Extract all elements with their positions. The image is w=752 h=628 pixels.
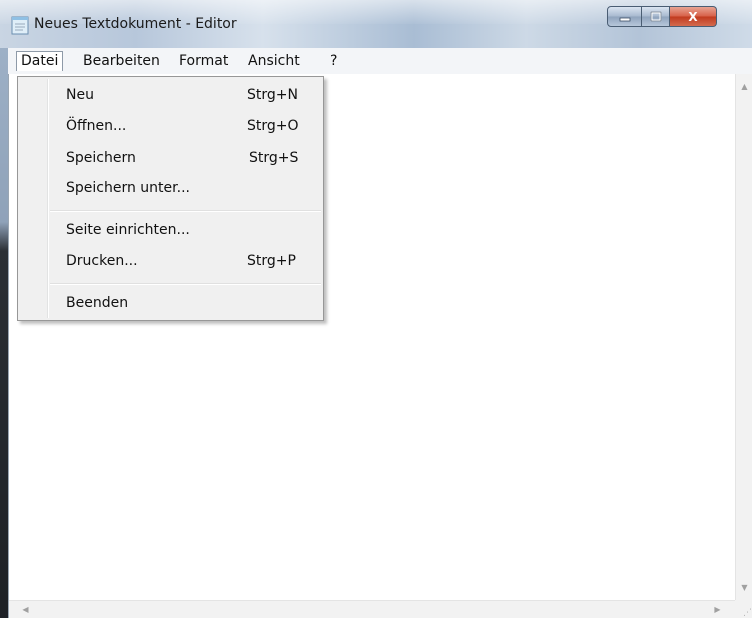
menu-bearbeiten[interactable]: Bearbeiten (80, 51, 163, 71)
menu-item-label: Speichern unter... (66, 180, 190, 196)
close-button[interactable]: X (670, 6, 717, 27)
notepad-icon (11, 16, 29, 35)
maximize-button[interactable] (642, 6, 670, 27)
menu-item-label: Neu (66, 87, 94, 103)
window-frame-bottom (0, 618, 752, 628)
menu-item-label: Beenden (66, 295, 129, 311)
menu-item-shortcut: Strg+N (247, 87, 298, 103)
menu-separator (50, 283, 321, 285)
menu-item-speichern-unter[interactable]: Speichern unter... (20, 177, 321, 201)
menu-item-drucken[interactable]: Drucken... Strg+P (20, 250, 321, 274)
vertical-scrollbar[interactable]: ▲ ▼ (735, 74, 752, 600)
menu-item-label: Drucken... (66, 253, 138, 269)
window-frame-left (0, 48, 8, 628)
menu-item-label: Seite einrichten... (66, 222, 190, 238)
scroll-down-icon[interactable]: ▼ (736, 579, 752, 596)
minimize-icon (619, 17, 630, 21)
minimize-button[interactable] (607, 6, 642, 27)
scroll-left-icon[interactable]: ◀ (17, 601, 34, 618)
menu-item-shortcut: Strg+S (249, 150, 299, 166)
notepad-window: Neues Textdokument - Editor X Datei Bear… (0, 0, 752, 628)
maximize-icon (650, 11, 661, 22)
resize-grip-icon[interactable]: ⋰ (735, 600, 752, 618)
menu-item-oeffnen[interactable]: Öffnen... Strg+O (20, 115, 321, 139)
window-title: Neues Textdokument - Editor (34, 16, 237, 32)
menu-item-seite-einrichten[interactable]: Seite einrichten... (20, 219, 321, 243)
menu-item-speichern[interactable]: Speichern Strg+S (20, 147, 321, 171)
menu-bar: Datei Bearbeiten Format Ansicht ? (8, 48, 752, 75)
close-icon: X (688, 9, 698, 24)
menu-item-shortcut: Strg+P (247, 253, 296, 269)
menu-format[interactable]: Format (176, 51, 231, 71)
scroll-right-icon[interactable]: ▶ (709, 601, 726, 618)
title-bar[interactable]: Neues Textdokument - Editor X (0, 0, 752, 49)
menu-ansicht[interactable]: Ansicht (245, 51, 303, 71)
menu-item-label: Speichern (66, 150, 136, 166)
menu-item-label: Öffnen... (66, 118, 127, 134)
menu-item-neu[interactable]: Neu Strg+N (20, 84, 321, 108)
menu-datei[interactable]: Datei (16, 51, 64, 71)
horizontal-scrollbar[interactable]: ◀ ▶ (9, 600, 735, 618)
menu-help[interactable]: ? (327, 51, 340, 71)
menu-item-beenden[interactable]: Beenden (20, 292, 321, 316)
menu-separator (50, 210, 321, 212)
scroll-up-icon[interactable]: ▲ (736, 78, 752, 95)
file-menu-dropdown: Neu Strg+N Öffnen... Strg+O Speichern St… (17, 76, 324, 321)
caption-buttons: X (607, 6, 717, 27)
menu-item-shortcut: Strg+O (247, 118, 299, 134)
